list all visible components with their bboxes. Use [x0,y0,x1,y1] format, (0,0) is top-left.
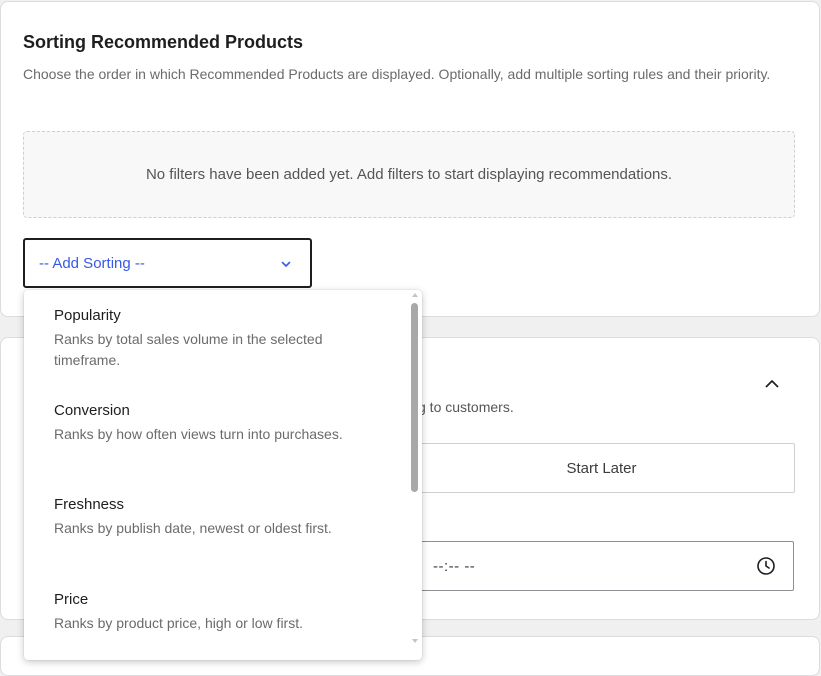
section-description: Choose the order in which Recommended Pr… [23,66,771,82]
add-sorting-select[interactable]: -- Add Sorting -- [23,238,312,288]
option-description: Ranks by product price, high or low firs… [54,615,303,631]
start-later-button[interactable]: Start Later [408,443,795,493]
option-label: Conversion [54,402,130,419]
time-input-value: --:-- -- [433,558,476,575]
start-later-label: Start Later [566,459,637,477]
sorting-option-conversion[interactable]: Conversion Ranks by how often views turn… [54,401,354,445]
scrollbar-thumb[interactable] [411,303,418,492]
schedule-description: g to customers. [418,399,514,415]
option-label: Freshness [54,496,125,513]
clock-icon[interactable] [756,556,776,576]
chevron-down-icon [281,261,291,267]
time-input[interactable]: --:-- -- [408,541,794,591]
option-label: Popularity [54,307,121,324]
option-description: Ranks by how often views turn into purch… [54,426,343,442]
option-description: Ranks by total sales volume in the selec… [54,331,323,368]
scroll-down-arrow-icon[interactable] [412,639,418,643]
section-title: Sorting Recommended Products [23,32,304,52]
sorting-dropdown-menu: Popularity Ranks by total sales volume i… [24,290,422,660]
scroll-up-arrow-icon[interactable] [412,293,418,297]
sorting-option-popularity[interactable]: Popularity Ranks by total sales volume i… [54,306,354,371]
sorting-option-price[interactable]: Price Ranks by product price, high or lo… [54,590,354,634]
sorting-option-freshness[interactable]: Freshness Ranks by publish date, newest … [54,495,354,539]
empty-filters-message: No filters have been added yet. Add filt… [23,131,795,218]
add-sorting-value: -- Add Sorting -- [39,255,145,272]
option-description: Ranks by publish date, newest or oldest … [54,520,332,536]
chevron-up-icon[interactable] [764,376,780,392]
empty-filters-text: No filters have been added yet. Add filt… [145,166,673,183]
option-label: Price [54,591,89,608]
